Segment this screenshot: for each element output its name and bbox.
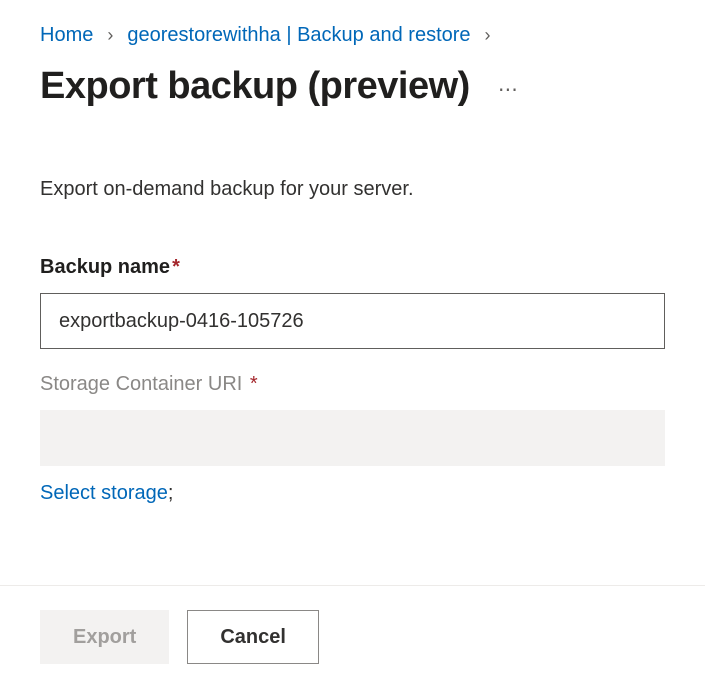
page-title: Export backup (preview) [40,65,470,108]
backup-name-input[interactable] [40,293,665,349]
breadcrumb-home[interactable]: Home [40,24,93,47]
storage-uri-label: Storage Container URI * [40,373,665,396]
breadcrumb-resource[interactable]: georestorewithha | Backup and restore [127,24,470,47]
export-button[interactable]: Export [40,610,169,664]
backup-name-label: Backup name* [40,256,665,279]
more-actions-button[interactable]: ⋯ [498,77,520,102]
chevron-right-icon: › [107,25,113,46]
page-description: Export on-demand backup for your server. [40,178,665,201]
storage-uri-input [40,410,665,466]
footer-actions: Export Cancel [0,585,705,688]
chevron-right-icon: › [485,25,491,46]
breadcrumb: Home › georestorewithha | Backup and res… [40,24,665,47]
select-storage-link[interactable]: Select storage [40,482,168,504]
semicolon-text: ; [168,482,174,504]
cancel-button[interactable]: Cancel [187,610,319,664]
